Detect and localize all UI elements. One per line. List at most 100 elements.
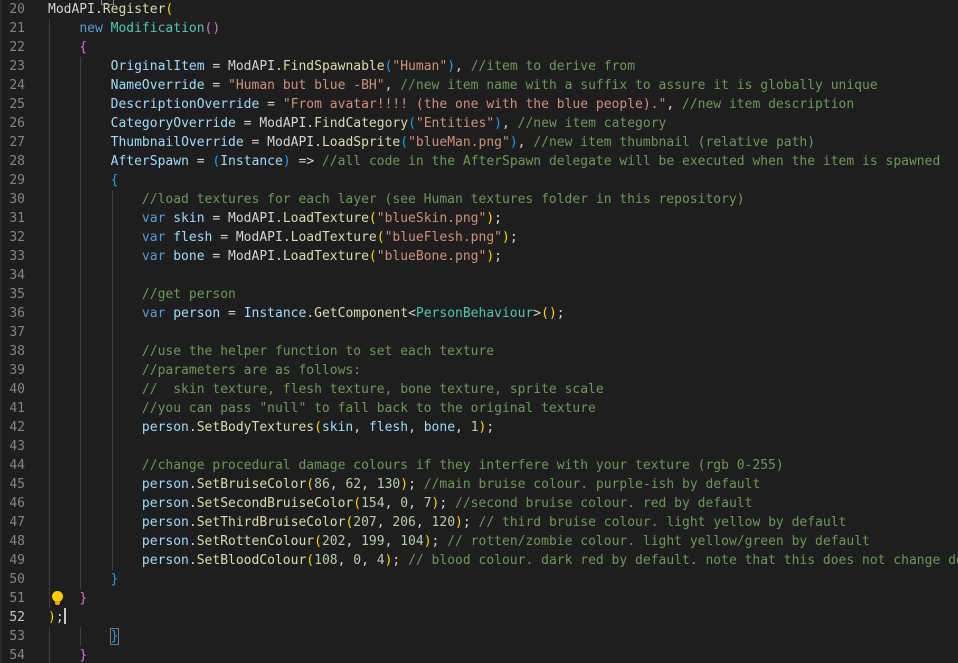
code-line[interactable]: 23 OriginalItem = ModAPI.FindSpawnable("… — [0, 57, 958, 76]
line-number[interactable]: 44 — [0, 456, 25, 475]
code-line[interactable]: 37 — [0, 323, 958, 342]
code-token: 199 — [361, 534, 385, 549]
code-line[interactable]: 25 DescriptionOverride = "From avatar!!!… — [0, 95, 958, 114]
line-number[interactable]: 46 — [0, 494, 25, 513]
code-token: ) — [400, 477, 409, 492]
code-line[interactable]: 28 AfterSpawn = (Instance) => //all code… — [0, 152, 958, 171]
lightbulb-icon[interactable] — [51, 591, 65, 606]
line-number[interactable]: 37 — [0, 323, 25, 342]
code-line[interactable]: 47 person.SetThirdBruiseColor(207, 206, … — [0, 513, 958, 532]
code-token: ( — [368, 249, 377, 264]
line-number[interactable]: 54 — [0, 646, 25, 663]
code-line[interactable]: 50 } — [0, 570, 958, 589]
line-number[interactable]: 32 — [0, 228, 25, 247]
line-number[interactable]: 27 — [0, 133, 25, 152]
code-line[interactable]: 20 ModAPI.Register( — [0, 0, 958, 19]
line-number[interactable]: 34 — [0, 266, 25, 285]
line-number[interactable]: 35 — [0, 285, 25, 304]
code-line[interactable]: 49 person.SetBloodColour(108, 0, 4); // … — [0, 551, 958, 570]
code-token: 62 — [345, 477, 362, 492]
code-line[interactable]: 53 } — [0, 627, 958, 646]
code-token: 7 — [423, 496, 432, 511]
line-number[interactable]: 26 — [0, 114, 25, 133]
line-number[interactable]: 21 — [0, 19, 25, 38]
line-number[interactable]: 45 — [0, 475, 25, 494]
code-line[interactable]: 52); — [0, 608, 958, 627]
code-line[interactable]: 41 //you can pass "null" to fall back to… — [0, 399, 958, 418]
code-token: ( — [376, 230, 385, 245]
code-line[interactable]: 45 person.SetBruiseColor(86, 62, 130); /… — [0, 475, 958, 494]
line-number[interactable]: 29 — [0, 171, 25, 190]
code-token: = ModAPI. — [204, 59, 283, 74]
code-line[interactable]: 48 person.SetRottenColour(202, 199, 104)… — [0, 532, 958, 551]
line-number[interactable]: 31 — [0, 209, 25, 228]
code-line[interactable]: 51 } — [0, 589, 958, 608]
line-number[interactable]: 20 — [0, 0, 25, 19]
code-line[interactable]: 29 { — [0, 171, 958, 190]
code-token: > — [533, 306, 542, 321]
code-line[interactable]: 46 person.SetSecondBruiseColor(154, 0, 7… — [0, 494, 958, 513]
code-line-content: NameOverride = "Human but blue -BH", //n… — [48, 76, 878, 95]
line-number[interactable]: 52 — [0, 608, 25, 627]
code-line[interactable]: 33 var bone = ModAPI.LoadTexture("blueBo… — [0, 247, 958, 266]
indent-guide — [80, 494, 82, 513]
code-line-content: } — [48, 627, 118, 646]
code-token: FindSpawnable — [282, 59, 385, 74]
code-line[interactable]: 30 //load textures for each layer (see H… — [0, 190, 958, 209]
code-line[interactable]: 21 new Modification() — [0, 19, 958, 38]
code-line[interactable]: 38 //use the helper function to set each… — [0, 342, 958, 361]
code-line[interactable]: 32 var flesh = ModAPI.LoadTexture("blueF… — [0, 228, 958, 247]
line-number[interactable]: 48 — [0, 532, 25, 551]
code-line[interactable]: 44 //change procedural damage colours if… — [0, 456, 958, 475]
code-token: ; — [439, 496, 456, 511]
code-line[interactable]: 22 { — [0, 38, 958, 57]
code-token: , — [337, 553, 354, 568]
line-number[interactable]: 50 — [0, 570, 25, 589]
code-token: ( — [408, 116, 416, 131]
code-line[interactable]: 26 CategoryOverride = ModAPI.FindCategor… — [0, 114, 958, 133]
line-number[interactable]: 38 — [0, 342, 25, 361]
line-number[interactable]: 33 — [0, 247, 25, 266]
code-line[interactable]: 40 // skin texture, flesh texture, bone … — [0, 380, 958, 399]
line-number[interactable]: 28 — [0, 152, 25, 171]
code-editor[interactable]: 20 ModAPI.Register(21 new Modification() 2… — [0, 0, 958, 663]
line-number[interactable]: 47 — [0, 513, 25, 532]
line-number[interactable]: 24 — [0, 76, 25, 95]
line-number[interactable]: 25 — [0, 95, 25, 114]
line-number[interactable]: 49 — [0, 551, 25, 570]
code-line[interactable]: 54 } — [0, 646, 958, 663]
code-line[interactable]: 39 //parameters are as follows: — [0, 361, 958, 380]
line-number[interactable]: 53 — [0, 627, 25, 646]
code-line[interactable]: 43 — [0, 437, 958, 456]
line-number[interactable]: 23 — [0, 57, 25, 76]
code-token: skin — [321, 420, 354, 435]
code-token: , — [502, 116, 518, 131]
indent-guide — [80, 114, 82, 133]
line-number[interactable]: 40 — [0, 380, 25, 399]
indent-guide — [111, 437, 113, 456]
line-number[interactable]: 22 — [0, 38, 25, 57]
code-line[interactable]: 36 var person = Instance.GetComponent<Pe… — [0, 304, 958, 323]
code-line[interactable]: 34 — [0, 266, 958, 285]
clipped-line19-artifact — [101, 0, 114, 5]
line-number[interactable]: 30 — [0, 190, 25, 209]
line-number[interactable]: 42 — [0, 418, 25, 437]
code-token: . — [188, 553, 197, 568]
code-line[interactable]: 31 var skin = ModAPI.LoadTexture("blueSk… — [0, 209, 958, 228]
code-token: = ModAPI. — [235, 116, 315, 131]
code-token: //parameters are as follows: — [141, 363, 362, 378]
code-token: 1 — [470, 420, 479, 435]
code-line[interactable]: 24 NameOverride = "Human but blue -BH", … — [0, 76, 958, 95]
code-line[interactable]: 27 ThumbnailOverride = ModAPI.LoadSprite… — [0, 133, 958, 152]
line-number[interactable]: 43 — [0, 437, 25, 456]
code-line[interactable]: 35 //get person — [0, 285, 958, 304]
line-number[interactable]: 36 — [0, 304, 25, 323]
code-line[interactable]: 42 person.SetBodyTextures(skin, flesh, b… — [0, 418, 958, 437]
line-number[interactable]: 39 — [0, 361, 25, 380]
line-number[interactable]: 41 — [0, 399, 25, 418]
indent-guide — [49, 399, 50, 418]
code-token: "blueBone.png" — [376, 249, 487, 264]
line-number[interactable]: 51 — [0, 589, 25, 608]
